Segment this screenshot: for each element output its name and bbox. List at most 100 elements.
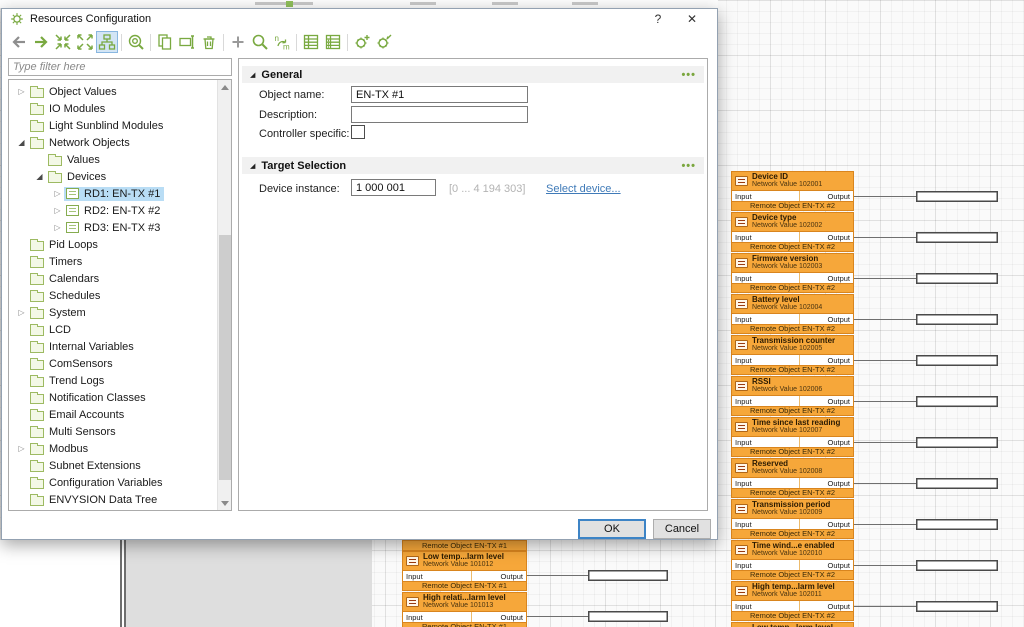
tree-item-values[interactable]: Values xyxy=(9,151,231,168)
network-value-block[interactable]: Transmission periodNetwork Value 102009 … xyxy=(731,499,854,539)
search-icon[interactable] xyxy=(249,31,271,53)
network-value-block[interactable]: Device IDNetwork Value 102001 Input Outp… xyxy=(731,171,854,211)
block-output-port[interactable]: Output xyxy=(827,479,850,488)
help-button[interactable]: ? xyxy=(641,12,675,26)
block-input-port[interactable]: Input xyxy=(406,613,423,622)
tree-item-subnet-extensions[interactable]: Subnet Extensions xyxy=(9,457,231,474)
block-output-port[interactable]: Output xyxy=(827,438,850,447)
output-value-box[interactable] xyxy=(916,519,998,530)
block-input-port[interactable]: Input xyxy=(735,520,752,529)
tree-item-object-values[interactable]: ▷Object Values xyxy=(9,83,231,100)
block-input-port[interactable]: Input xyxy=(735,438,752,447)
block-output-port[interactable]: Output xyxy=(827,397,850,406)
select-device-link[interactable]: Select device... xyxy=(546,183,621,195)
tree-item-comsensors[interactable]: ComSensors xyxy=(9,355,231,372)
tree-item-pid-loops[interactable]: Pid Loops xyxy=(9,236,231,253)
output-value-box[interactable] xyxy=(916,560,998,571)
tree-item-calendars[interactable]: Calendars xyxy=(9,270,231,287)
scroll-down-button[interactable] xyxy=(218,496,232,510)
network-value-block[interactable]: Firmware versionNetwork Value 102003 Inp… xyxy=(731,253,854,293)
tree-item-envysion-data-tree[interactable]: ENVYSION Data Tree xyxy=(9,491,231,508)
section-menu-icon[interactable]: ••• xyxy=(681,69,696,81)
find-next-icon[interactable]: nm xyxy=(271,31,293,53)
network-value-block[interactable]: Transmission counterNetwork Value 102005… xyxy=(731,335,854,375)
scroll-up-button[interactable] xyxy=(218,80,232,94)
network-value-block[interactable]: Low temp...larm levelNetwork Value 10201… xyxy=(731,622,854,627)
tree-view-icon[interactable] xyxy=(96,31,118,53)
block-output-port[interactable]: Output xyxy=(500,613,523,622)
output-value-box[interactable] xyxy=(588,611,668,622)
block-output-port[interactable]: Output xyxy=(827,192,850,201)
tree-item-configuration-variables[interactable]: Configuration Variables xyxy=(9,474,231,491)
output-value-box[interactable] xyxy=(588,570,668,581)
block-input-port[interactable]: Input xyxy=(735,192,752,201)
expander-collapsed-icon[interactable]: ▷ xyxy=(15,444,28,453)
output-value-box[interactable] xyxy=(916,437,998,448)
scrollbar-thumb[interactable] xyxy=(219,235,231,480)
output-value-box[interactable] xyxy=(916,191,998,202)
tree-item-light-sunblind-modules[interactable]: Light Sunblind Modules xyxy=(9,117,231,134)
forward-icon[interactable] xyxy=(30,31,52,53)
network-value-block[interactable]: Time wind...e enabledNetwork Value 10201… xyxy=(731,540,854,580)
general-section-header[interactable]: ◢ General ••• xyxy=(242,66,704,83)
block-input-port[interactable]: Input xyxy=(735,233,752,242)
tree-item-timers[interactable]: Timers xyxy=(9,253,231,270)
tree-item-devices[interactable]: ◢Devices xyxy=(9,168,231,185)
output-value-box[interactable] xyxy=(916,273,998,284)
tree-scrollbar[interactable] xyxy=(217,80,231,510)
rename-icon[interactable] xyxy=(176,31,198,53)
tree-item-network-objects[interactable]: ◢Network Objects xyxy=(9,134,231,151)
expander-expanded-icon[interactable]: ◢ xyxy=(15,138,28,147)
output-value-box[interactable] xyxy=(916,355,998,366)
block-input-port[interactable]: Input xyxy=(735,315,752,324)
output-value-box[interactable] xyxy=(916,232,998,243)
output-value-box[interactable] xyxy=(916,396,998,407)
target-selection-section-header[interactable]: ◢ Target Selection ••• xyxy=(242,157,704,174)
expander-collapsed-icon[interactable]: ▷ xyxy=(15,87,28,96)
selected-tree-item[interactable]: RD1: EN-TX #1 xyxy=(64,187,164,201)
block-input-port[interactable]: Input xyxy=(406,572,423,581)
add-icon[interactable] xyxy=(227,31,249,53)
details-view-icon[interactable] xyxy=(322,31,344,53)
network-value-block[interactable]: High relati...larm levelNetwork Value 10… xyxy=(402,592,527,627)
block-output-port[interactable]: Output xyxy=(827,315,850,324)
network-value-block[interactable]: Device typeNetwork Value 102002 Input Ou… xyxy=(731,212,854,252)
tree-item-multi-sensors[interactable]: Multi Sensors xyxy=(9,423,231,440)
controller-specific-checkbox[interactable] xyxy=(351,125,365,139)
network-value-block[interactable]: RSSINetwork Value 102006 Input Output Re… xyxy=(731,376,854,416)
copy-icon[interactable] xyxy=(154,31,176,53)
expander-collapsed-icon[interactable]: ▷ xyxy=(51,223,64,232)
network-value-block[interactable]: Low temp...larm levelNetwork Value 10101… xyxy=(402,551,527,591)
output-value-box[interactable] xyxy=(916,478,998,489)
delete-icon[interactable] xyxy=(198,31,220,53)
network-value-block[interactable]: High temp...larm levelNetwork Value 1020… xyxy=(731,581,854,621)
close-button[interactable]: ✕ xyxy=(675,12,709,26)
tree-item-rd1-entx1[interactable]: ▷RD1: EN-TX #1 xyxy=(9,185,231,202)
block-input-port[interactable]: Input xyxy=(735,274,752,283)
block-input-port[interactable]: Input xyxy=(735,397,752,406)
tree-item-trend-logs[interactable]: Trend Logs xyxy=(9,372,231,389)
gear-edit-icon[interactable] xyxy=(373,31,395,53)
network-value-block[interactable]: ReservedNetwork Value 102008 Input Outpu… xyxy=(731,458,854,498)
expander-collapsed-icon[interactable]: ▷ xyxy=(15,308,28,317)
network-value-block[interactable]: Time since last readingNetwork Value 102… xyxy=(731,417,854,457)
list-view-icon[interactable] xyxy=(300,31,322,53)
dialog-titlebar[interactable]: Resources Configuration ? ✕ xyxy=(2,9,717,29)
tree-item-lcd[interactable]: LCD xyxy=(9,321,231,338)
expand-all-icon[interactable] xyxy=(74,31,96,53)
tree-item-rd3-entx3[interactable]: ▷RD3: EN-TX #3 xyxy=(9,219,231,236)
expander-collapsed-icon[interactable]: ▷ xyxy=(51,189,64,198)
ok-button[interactable]: OK xyxy=(578,519,646,539)
output-value-box[interactable] xyxy=(916,601,998,612)
block-output-port[interactable]: Output xyxy=(827,274,850,283)
block-input-port[interactable]: Input xyxy=(735,561,752,570)
block-output-port[interactable]: Output xyxy=(827,561,850,570)
block-output-port[interactable]: Output xyxy=(827,233,850,242)
zoom-selection-icon[interactable] xyxy=(125,31,147,53)
tree-item-internal-variables[interactable]: Internal Variables xyxy=(9,338,231,355)
object-name-field[interactable] xyxy=(351,86,528,103)
cancel-button[interactable]: Cancel xyxy=(653,519,711,539)
description-field[interactable] xyxy=(351,106,528,123)
tree-item-schedules[interactable]: Schedules xyxy=(9,287,231,304)
gear-add-icon[interactable] xyxy=(351,31,373,53)
